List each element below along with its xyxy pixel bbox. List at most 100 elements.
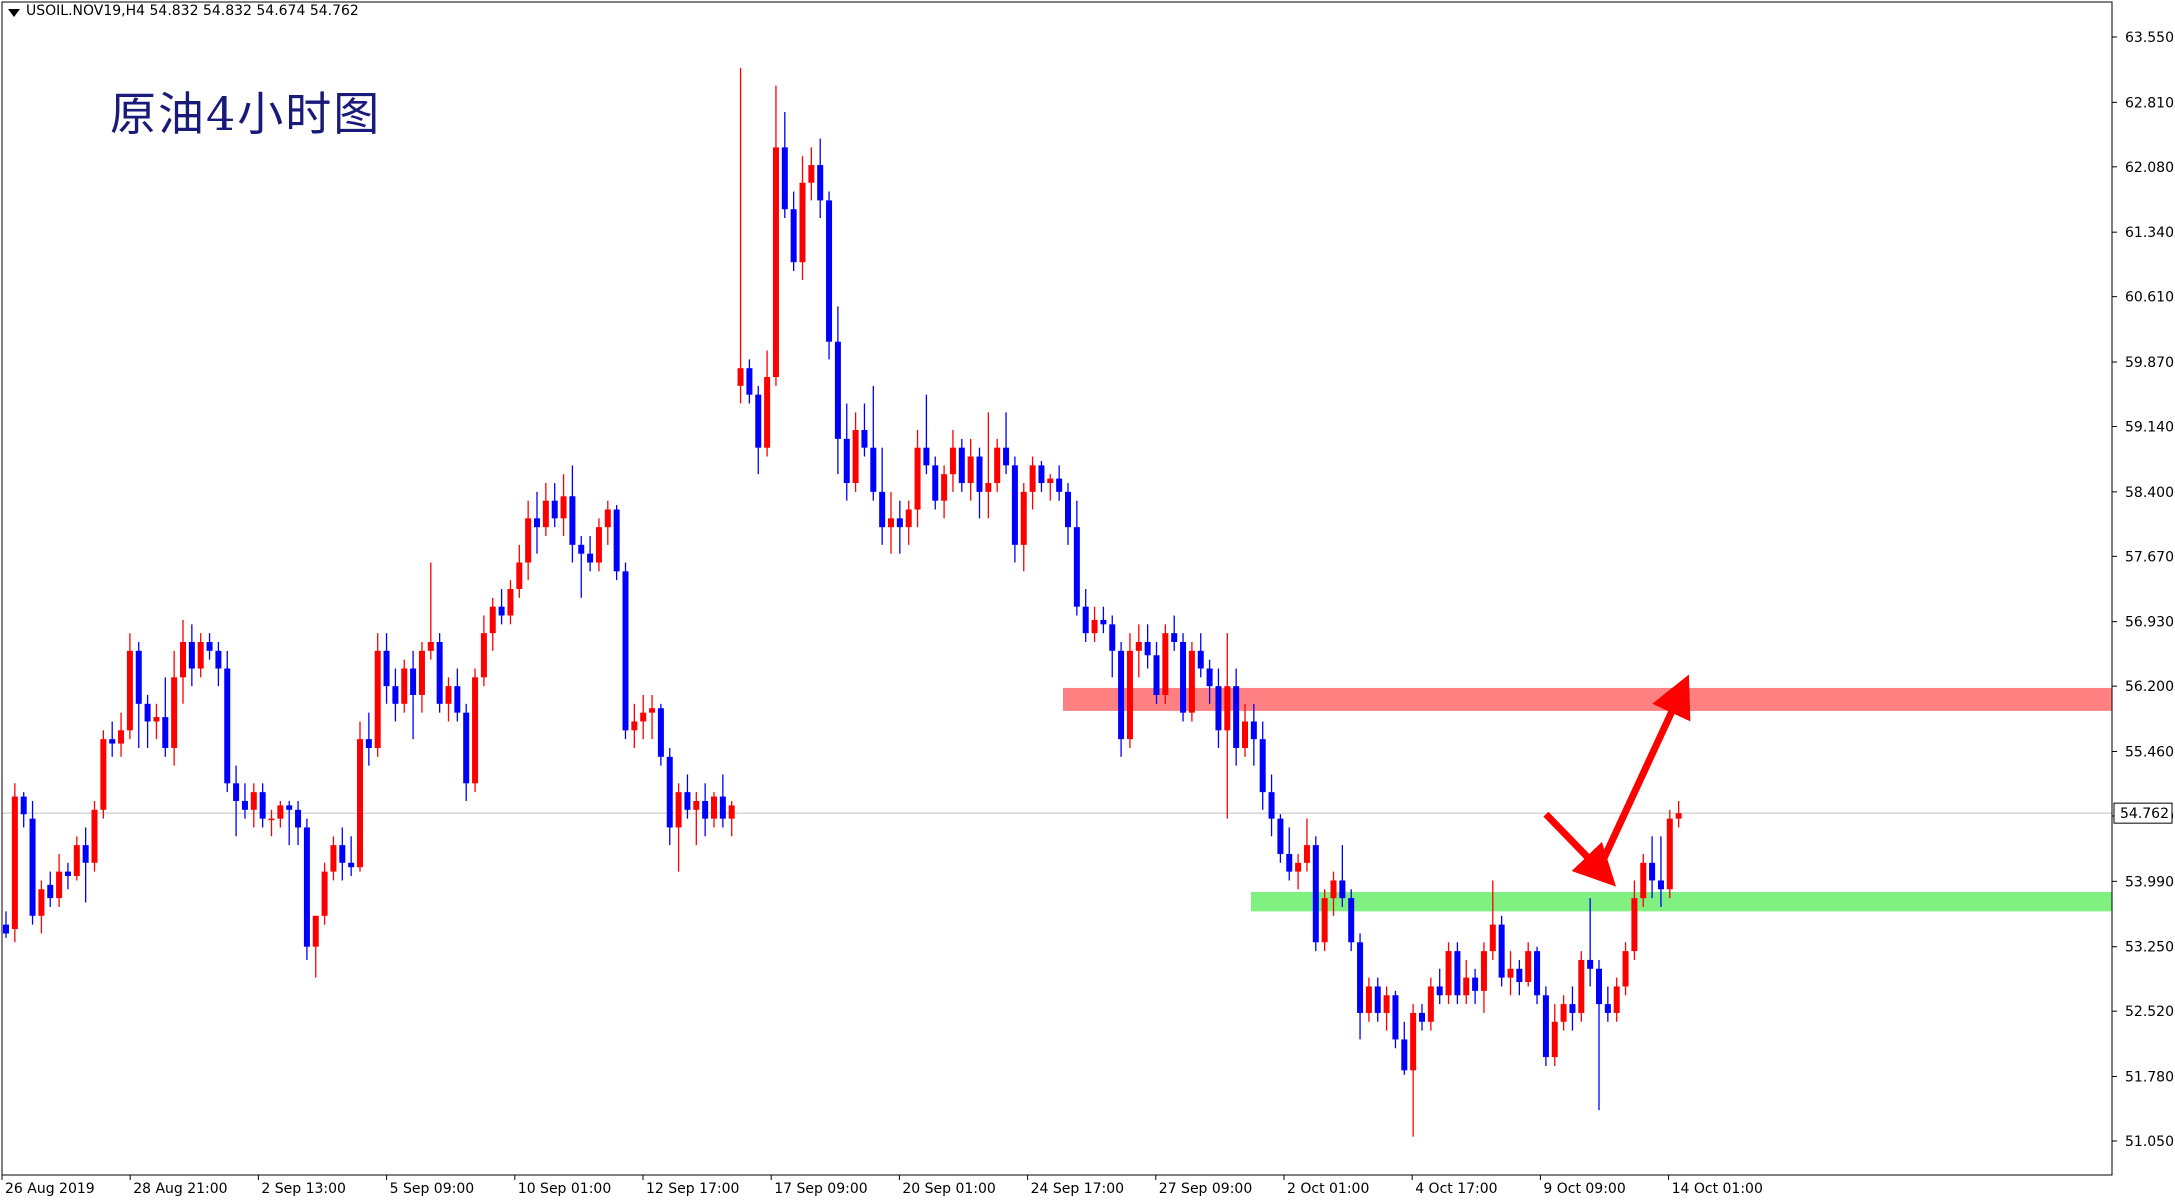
candle xyxy=(888,491,894,554)
candle-body xyxy=(1268,792,1275,819)
candle xyxy=(702,783,709,837)
candle-body xyxy=(1003,447,1010,466)
candle-body xyxy=(631,721,638,731)
candle xyxy=(870,385,877,501)
candle xyxy=(259,783,266,828)
candle xyxy=(1109,615,1116,678)
candle xyxy=(1560,995,1567,1031)
candle-body xyxy=(1109,624,1116,651)
candle-body xyxy=(1233,686,1240,748)
candle-body xyxy=(259,792,266,819)
candle xyxy=(1153,641,1160,704)
candle-body xyxy=(480,633,487,678)
candle-body xyxy=(578,544,585,554)
x-tick-label: 2 Sep 13:00 xyxy=(261,1181,346,1197)
candle xyxy=(357,721,363,872)
candle-body xyxy=(1374,986,1381,1013)
candle xyxy=(578,536,585,598)
candle-body xyxy=(666,756,673,828)
candle xyxy=(808,147,815,201)
candle-body xyxy=(82,845,89,863)
candle xyxy=(693,792,700,846)
candle-body xyxy=(1613,986,1620,1013)
candle-body xyxy=(1649,862,1656,881)
candle-body xyxy=(463,712,470,784)
candle-body xyxy=(1560,1004,1567,1022)
candle xyxy=(1445,942,1452,1005)
candle-body xyxy=(295,809,302,828)
candle xyxy=(82,827,89,903)
candle-body xyxy=(1419,1012,1425,1022)
x-tick-label: 27 Sep 09:00 xyxy=(1159,1181,1252,1197)
candle xyxy=(1215,668,1222,748)
candle-body xyxy=(551,500,558,519)
y-tick-label: 61.340 xyxy=(2125,225,2174,241)
candle xyxy=(153,703,160,740)
candle-body xyxy=(357,739,363,868)
candle xyxy=(454,668,461,722)
candle-body xyxy=(1587,959,1594,969)
candle-body xyxy=(834,341,841,439)
candle-body xyxy=(1445,951,1452,996)
candle-body xyxy=(1056,478,1063,492)
candle xyxy=(20,792,27,828)
candle xyxy=(1091,606,1098,642)
candle-body xyxy=(109,739,116,744)
candle xyxy=(392,668,399,722)
candle-body xyxy=(1578,959,1585,1013)
candle xyxy=(1020,483,1027,572)
candle xyxy=(374,633,381,757)
candle-body xyxy=(206,641,213,651)
candle xyxy=(1596,959,1602,1111)
candle-body xyxy=(826,200,833,342)
candle xyxy=(445,677,452,722)
x-tick-label: 24 Sep 17:00 xyxy=(1031,1181,1124,1197)
candle-body xyxy=(870,447,877,492)
candle xyxy=(383,633,390,704)
candle-body xyxy=(525,518,532,563)
candle-body xyxy=(1188,650,1195,713)
candle xyxy=(38,880,45,934)
candle-body xyxy=(649,708,656,713)
candle-body xyxy=(1357,942,1364,1013)
candle-body xyxy=(1640,862,1647,899)
candle xyxy=(1100,606,1107,634)
candle-body xyxy=(374,650,381,748)
candle xyxy=(330,836,337,881)
candle-body xyxy=(1073,527,1080,607)
candle-body xyxy=(118,730,125,744)
candle-body xyxy=(861,430,868,448)
candle-body xyxy=(427,641,434,651)
candle-body xyxy=(153,717,160,722)
candle xyxy=(126,633,133,740)
candle xyxy=(817,138,824,219)
candle xyxy=(365,712,372,766)
candle-body xyxy=(622,571,629,731)
candle xyxy=(905,500,912,545)
candle xyxy=(843,403,850,501)
candle-body xyxy=(764,377,771,448)
x-tick-label: 2 Oct 01:00 xyxy=(1287,1181,1369,1197)
candle-body xyxy=(719,796,726,819)
candle-body xyxy=(534,518,540,528)
candle xyxy=(666,747,673,846)
candle-body xyxy=(560,496,567,519)
candle xyxy=(622,562,629,740)
x-tick-label: 14 Oct 01:00 xyxy=(1672,1181,1763,1197)
y-tick-label: 55.460 xyxy=(2125,745,2174,761)
candle xyxy=(923,394,930,475)
x-tick-label: 10 Sep 01:00 xyxy=(518,1181,611,1197)
candle-body xyxy=(888,518,894,528)
candle xyxy=(1118,641,1125,757)
candle xyxy=(135,641,142,748)
candle xyxy=(197,633,204,678)
candle-body xyxy=(728,805,735,819)
chart-root: USOIL.NOV19,H4 54.832 54.832 54.674 54.7… xyxy=(0,0,2175,1204)
candle xyxy=(1374,977,1381,1022)
candle-body xyxy=(180,641,186,678)
candle-body xyxy=(1463,977,1470,996)
candle xyxy=(1082,589,1089,642)
candle xyxy=(799,156,806,280)
candle xyxy=(109,721,116,757)
candle-body xyxy=(1250,721,1257,740)
